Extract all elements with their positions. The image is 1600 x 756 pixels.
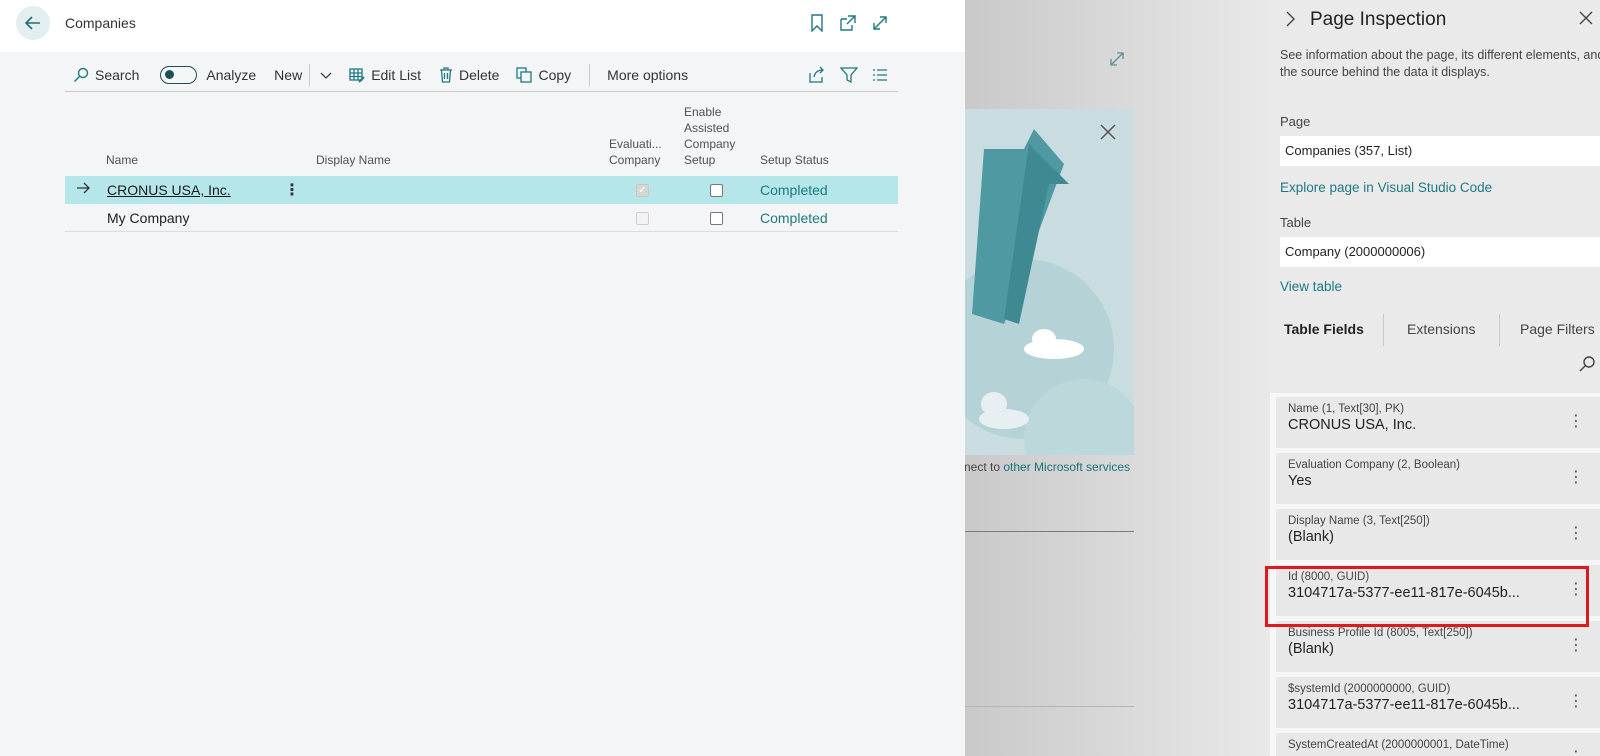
tab-divider — [1383, 314, 1384, 346]
copy-icon — [516, 66, 533, 83]
row-actions-menu[interactable]: ⋮ — [284, 180, 300, 200]
inspection-description: See information about the page, its diff… — [1280, 48, 1600, 79]
field-card-system-id[interactable]: $systemId (2000000000, GUID) 3104717a-53… — [1276, 677, 1600, 728]
page-value: Companies (357, List) — [1280, 136, 1600, 166]
tab-table-fields[interactable]: Table Fields — [1284, 321, 1364, 337]
field-card-system-created-at[interactable]: SystemCreatedAt (2000000001, DateTime) ⋮ — [1276, 733, 1600, 756]
company-name-link[interactable]: CRONUS USA, Inc. — [107, 182, 231, 198]
table-row[interactable]: CRONUS USA, Inc. ⋮ ✓ Completed — [65, 176, 898, 204]
toggle-switch[interactable] — [160, 65, 198, 84]
enable-assisted-setup-checkbox[interactable] — [710, 184, 723, 197]
view-table-link[interactable]: View table — [1280, 279, 1342, 294]
divider — [964, 706, 1134, 707]
table-row[interactable]: My Company Completed — [65, 204, 898, 232]
share-icon — [808, 66, 826, 84]
inspection-tabs: Table Fields Extensions Page Filters — [1280, 312, 1600, 348]
new-button[interactable]: New — [274, 67, 302, 83]
list-icon — [872, 68, 888, 82]
edit-list-button[interactable]: Edit List — [349, 67, 421, 83]
bookmark-icon[interactable] — [806, 12, 828, 34]
explore-vscode-link[interactable]: Explore page in Visual Studio Code — [1280, 180, 1492, 195]
analyze-toggle[interactable]: Analyze — [160, 65, 256, 84]
more-options-icon[interactable]: ⋮ — [1568, 747, 1584, 756]
chevron-right-icon[interactable] — [1283, 10, 1297, 33]
field-card-business-profile-id[interactable]: Business Profile Id (8005, Text[250]) (B… — [1276, 621, 1600, 672]
row-selector-arrow-icon — [76, 181, 90, 198]
companies-header: Companies — [0, 0, 965, 52]
evaluation-company-checkbox: ✓ — [636, 184, 649, 197]
enable-assisted-setup-checkbox[interactable] — [710, 212, 723, 225]
highlight-box — [1265, 566, 1589, 627]
delete-button[interactable]: Delete — [439, 67, 499, 83]
more-options-icon[interactable]: ⋮ — [1568, 467, 1584, 487]
promo-illustration — [964, 109, 1134, 455]
field-card-evaluation-company[interactable]: Evaluation Company (2, Boolean) Yes ⋮ — [1276, 453, 1600, 504]
setup-status-link[interactable]: Completed — [760, 210, 828, 226]
edit-list-icon — [349, 67, 365, 83]
filter-button[interactable] — [840, 66, 858, 84]
table-label: Table — [1280, 215, 1312, 230]
page-label: Page — [1280, 114, 1311, 129]
more-options-icon[interactable]: ⋮ — [1568, 691, 1584, 711]
column-header-display-name[interactable]: Display Name — [316, 152, 391, 168]
page-inspection-panel: Page Inspection See information about th… — [1270, 0, 1600, 756]
field-card-display-name[interactable]: Display Name (3, Text[250]) (Blank) ⋮ — [1276, 509, 1600, 560]
tab-divider — [1499, 314, 1500, 346]
search-button[interactable]: Search — [73, 67, 139, 83]
action-bar: Search Analyze New Edit List Delete Copy… — [65, 58, 898, 92]
company-name[interactable]: My Company — [107, 210, 189, 226]
expand-icon[interactable] — [869, 12, 891, 34]
evaluation-company-checkbox — [636, 212, 649, 225]
tab-page-filters[interactable]: Page Filters — [1520, 321, 1595, 337]
background-link-text: nect to other Microsoft services — [964, 460, 1131, 474]
column-header-name[interactable]: Name — [106, 152, 138, 168]
search-icon[interactable] — [1578, 355, 1596, 378]
close-icon[interactable] — [1578, 10, 1594, 31]
toolbar-divider — [589, 63, 591, 86]
copy-button[interactable]: Copy — [516, 67, 571, 83]
more-options-button[interactable]: More options — [607, 67, 688, 83]
page-title: Companies — [65, 15, 136, 31]
filter-icon — [840, 66, 858, 84]
trash-icon — [439, 66, 453, 83]
divider — [964, 531, 1134, 532]
field-card-name[interactable]: Name (1, Text[30], PK) CRONUS USA, Inc. … — [1276, 397, 1600, 448]
table-value: Company (2000000006) — [1280, 237, 1600, 267]
back-button[interactable] — [16, 6, 50, 40]
more-options-icon[interactable]: ⋮ — [1568, 411, 1584, 431]
more-options-icon[interactable]: ⋮ — [1568, 635, 1584, 655]
inspection-title: Page Inspection — [1310, 9, 1447, 30]
chevron-down-icon — [319, 68, 333, 82]
companies-panel: Companies Search Analyze New Edit List D… — [0, 0, 965, 756]
search-icon — [73, 67, 89, 83]
setup-status-link[interactable]: Completed — [760, 182, 828, 198]
expand-icon — [1108, 50, 1128, 70]
tab-extensions[interactable]: Extensions — [1407, 321, 1475, 337]
close-icon — [1098, 122, 1122, 146]
new-dropdown-button[interactable] — [319, 68, 333, 82]
toolbar-divider — [309, 63, 311, 86]
other-services-link: other Microsoft services — [1003, 460, 1131, 474]
column-header-enable-assisted-setup[interactable]: Enable Assisted Company Setup — [684, 104, 735, 168]
column-header-evaluation-company[interactable]: Evaluati... Company — [609, 136, 662, 168]
more-options-icon[interactable]: ⋮ — [1568, 523, 1584, 543]
list-view-button[interactable] — [872, 68, 888, 82]
column-header-setup-status[interactable]: Setup Status — [760, 152, 829, 168]
arrow-left-icon — [24, 16, 40, 30]
open-new-window-icon[interactable] — [837, 12, 859, 34]
share-button[interactable] — [808, 66, 826, 84]
